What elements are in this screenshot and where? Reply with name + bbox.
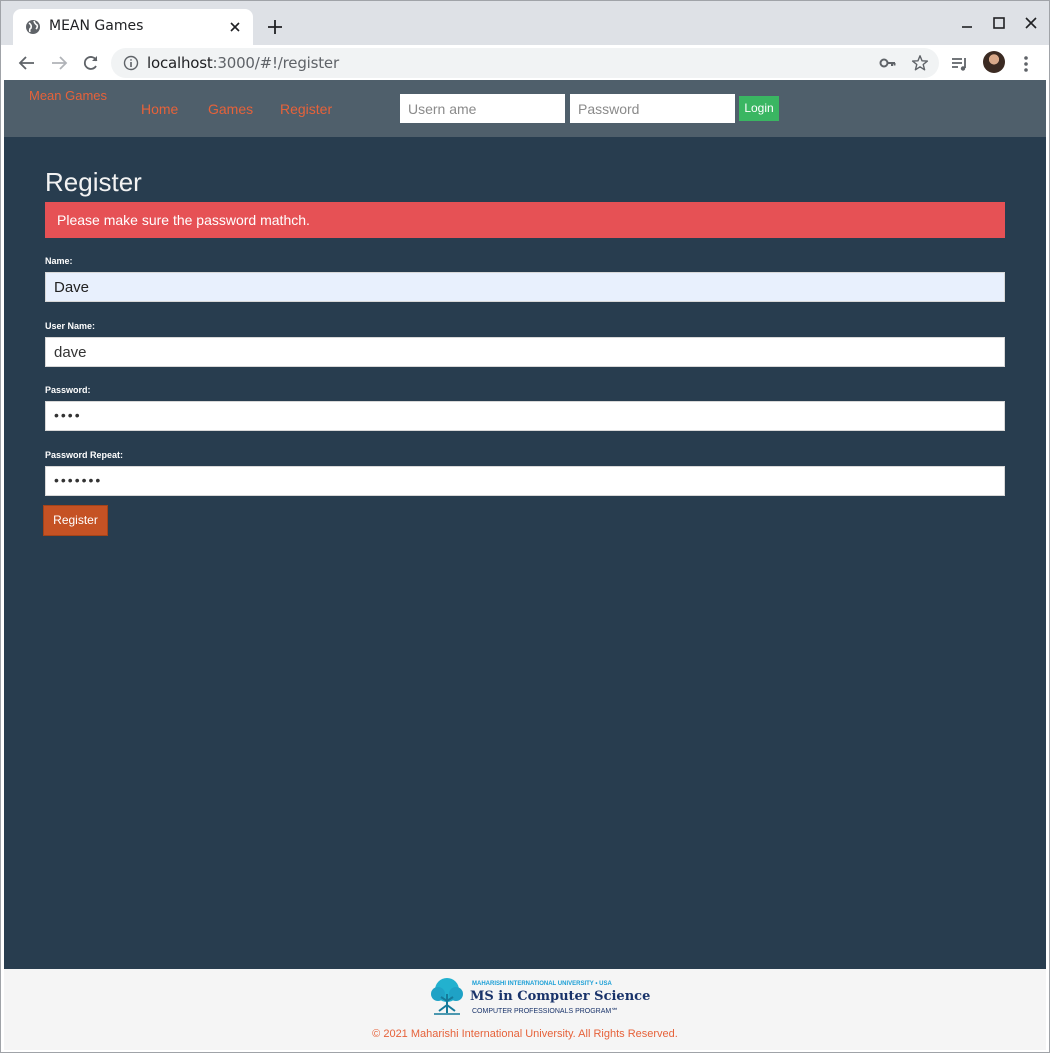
site-footer: MAHARISHI INTERNATIONAL UNIVERSITY • USA…: [4, 969, 1046, 1050]
page-title: Register: [45, 167, 142, 197]
brand-link[interactable]: Mean Games: [29, 88, 107, 103]
login-password-input[interactable]: [570, 94, 735, 123]
maximize-icon[interactable]: [989, 13, 1009, 33]
browser-toolbar: localhost:3000/#!/register: [1, 45, 1049, 81]
page-content: Mean Games Home Games Register Login Reg…: [4, 80, 1046, 1050]
university-logo: MAHARISHI INTERNATIONAL UNIVERSITY • USA…: [426, 975, 650, 1019]
login-button[interactable]: Login: [739, 96, 779, 121]
logo-subtitle-text: COMPUTER PROFESSIONALS PROGRAM℠: [472, 1008, 619, 1015]
password-label: Password:: [45, 385, 91, 395]
logo-program-text: MS in Computer Science: [470, 989, 651, 1004]
login-username-input[interactable]: [400, 94, 565, 123]
tab-strip: MEAN Games: [1, 1, 1049, 45]
username-label: User Name:: [45, 321, 96, 331]
globe-icon: [26, 20, 40, 34]
profile-avatar[interactable]: [983, 51, 1005, 73]
key-icon[interactable]: [879, 55, 897, 71]
logo-university-text: MAHARISHI INTERNATIONAL UNIVERSITY • USA: [472, 981, 612, 987]
new-tab-icon[interactable]: [265, 17, 285, 37]
close-tab-icon[interactable]: [227, 19, 243, 35]
url-text: localhost:3000/#!/register: [147, 54, 339, 72]
star-icon[interactable]: [911, 54, 929, 72]
password-field[interactable]: ••••: [45, 401, 1005, 431]
error-alert: Please make sure the password mathch.: [45, 202, 1005, 238]
url-path: :3000/#!/register: [212, 54, 340, 72]
copyright-text: © 2021 Maharishi International Universit…: [372, 1028, 678, 1040]
username-field[interactable]: dave: [45, 337, 1005, 367]
site-navbar: Mean Games Home Games Register Login: [4, 80, 1046, 137]
close-window-icon[interactable]: [1021, 13, 1041, 33]
back-icon[interactable]: [17, 53, 37, 73]
minimize-icon[interactable]: [957, 13, 977, 33]
name-label: Name:: [45, 256, 73, 266]
tab-title: MEAN Games: [49, 18, 144, 34]
media-queue-icon[interactable]: [949, 53, 971, 75]
forward-icon[interactable]: [49, 53, 69, 73]
url-host: localhost: [147, 54, 213, 72]
tree-logo-icon: [431, 978, 463, 1015]
nav-link-home[interactable]: Home: [141, 101, 178, 117]
name-field[interactable]: Dave: [45, 272, 1005, 302]
password-repeat-field[interactable]: •••••••: [45, 466, 1005, 496]
menu-dots-icon[interactable]: [1015, 53, 1037, 75]
reload-icon[interactable]: [81, 53, 101, 73]
nav-link-games[interactable]: Games: [208, 101, 253, 117]
nav-link-register[interactable]: Register: [280, 101, 332, 117]
register-button[interactable]: Register: [43, 505, 108, 536]
password-repeat-label: Password Repeat:: [45, 450, 124, 460]
browser-tab[interactable]: MEAN Games: [13, 9, 253, 45]
info-icon[interactable]: [123, 55, 139, 71]
address-bar[interactable]: localhost:3000/#!/register: [111, 48, 939, 78]
